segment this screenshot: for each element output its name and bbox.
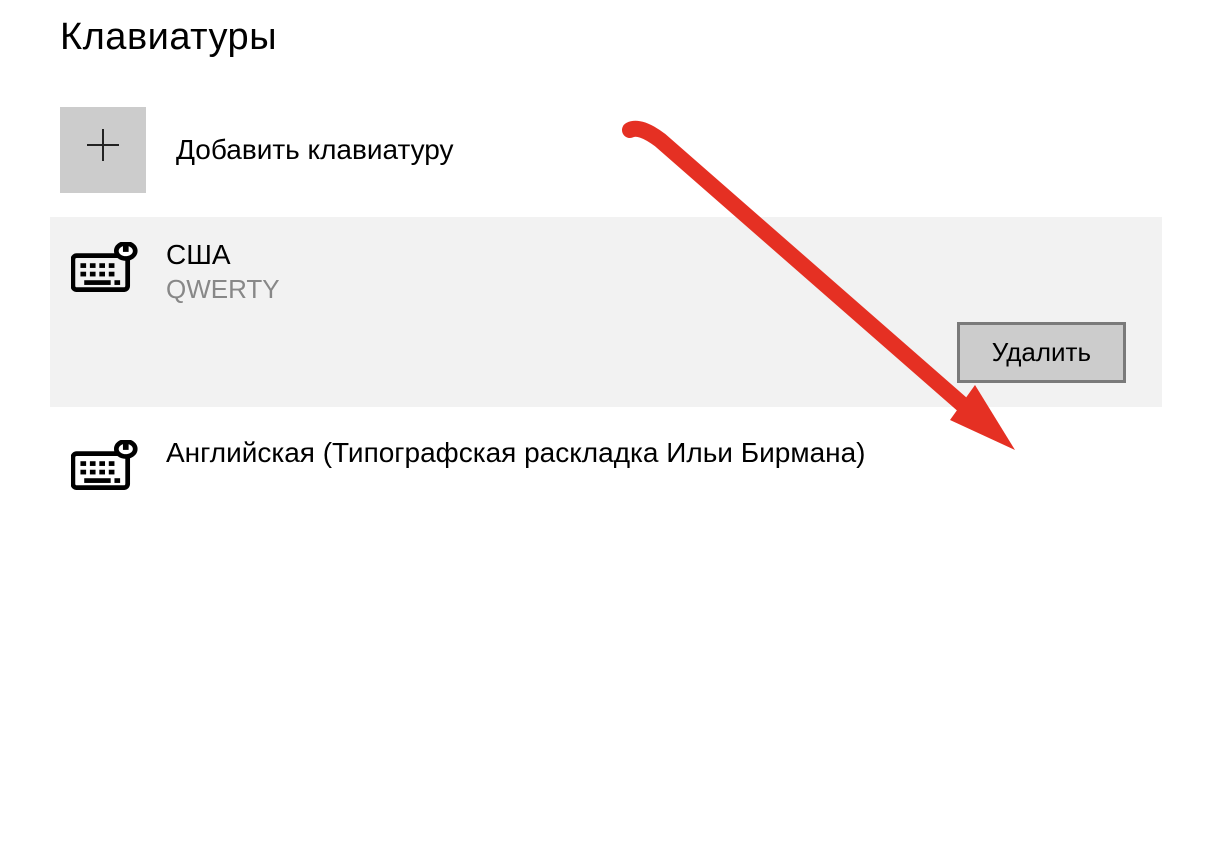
add-keyboard-row[interactable]: Добавить клавиатуру	[60, 107, 1152, 193]
keyboard-text: Английская (Типографская раскладка Ильи …	[166, 435, 866, 471]
keyboard-name: США	[166, 237, 280, 273]
keyboard-icon	[70, 435, 140, 495]
keyboard-icon	[70, 237, 140, 297]
add-keyboard-label: Добавить клавиатуру	[176, 134, 454, 166]
keyboard-item-usa[interactable]: США QWERTY Удалить	[50, 217, 1162, 407]
keyboard-name: Английская (Типографская раскладка Ильи …	[166, 435, 866, 471]
keyboard-text: США QWERTY	[166, 237, 280, 307]
add-keyboard-button[interactable]	[60, 107, 146, 193]
plus-icon	[83, 125, 123, 175]
delete-button[interactable]: Удалить	[957, 322, 1126, 383]
keyboard-item-english-birman[interactable]: Английская (Типографская раскладка Ильи …	[50, 407, 1162, 515]
section-title: Клавиатуры	[60, 16, 1152, 59]
keyboard-layout: QWERTY	[166, 273, 280, 307]
